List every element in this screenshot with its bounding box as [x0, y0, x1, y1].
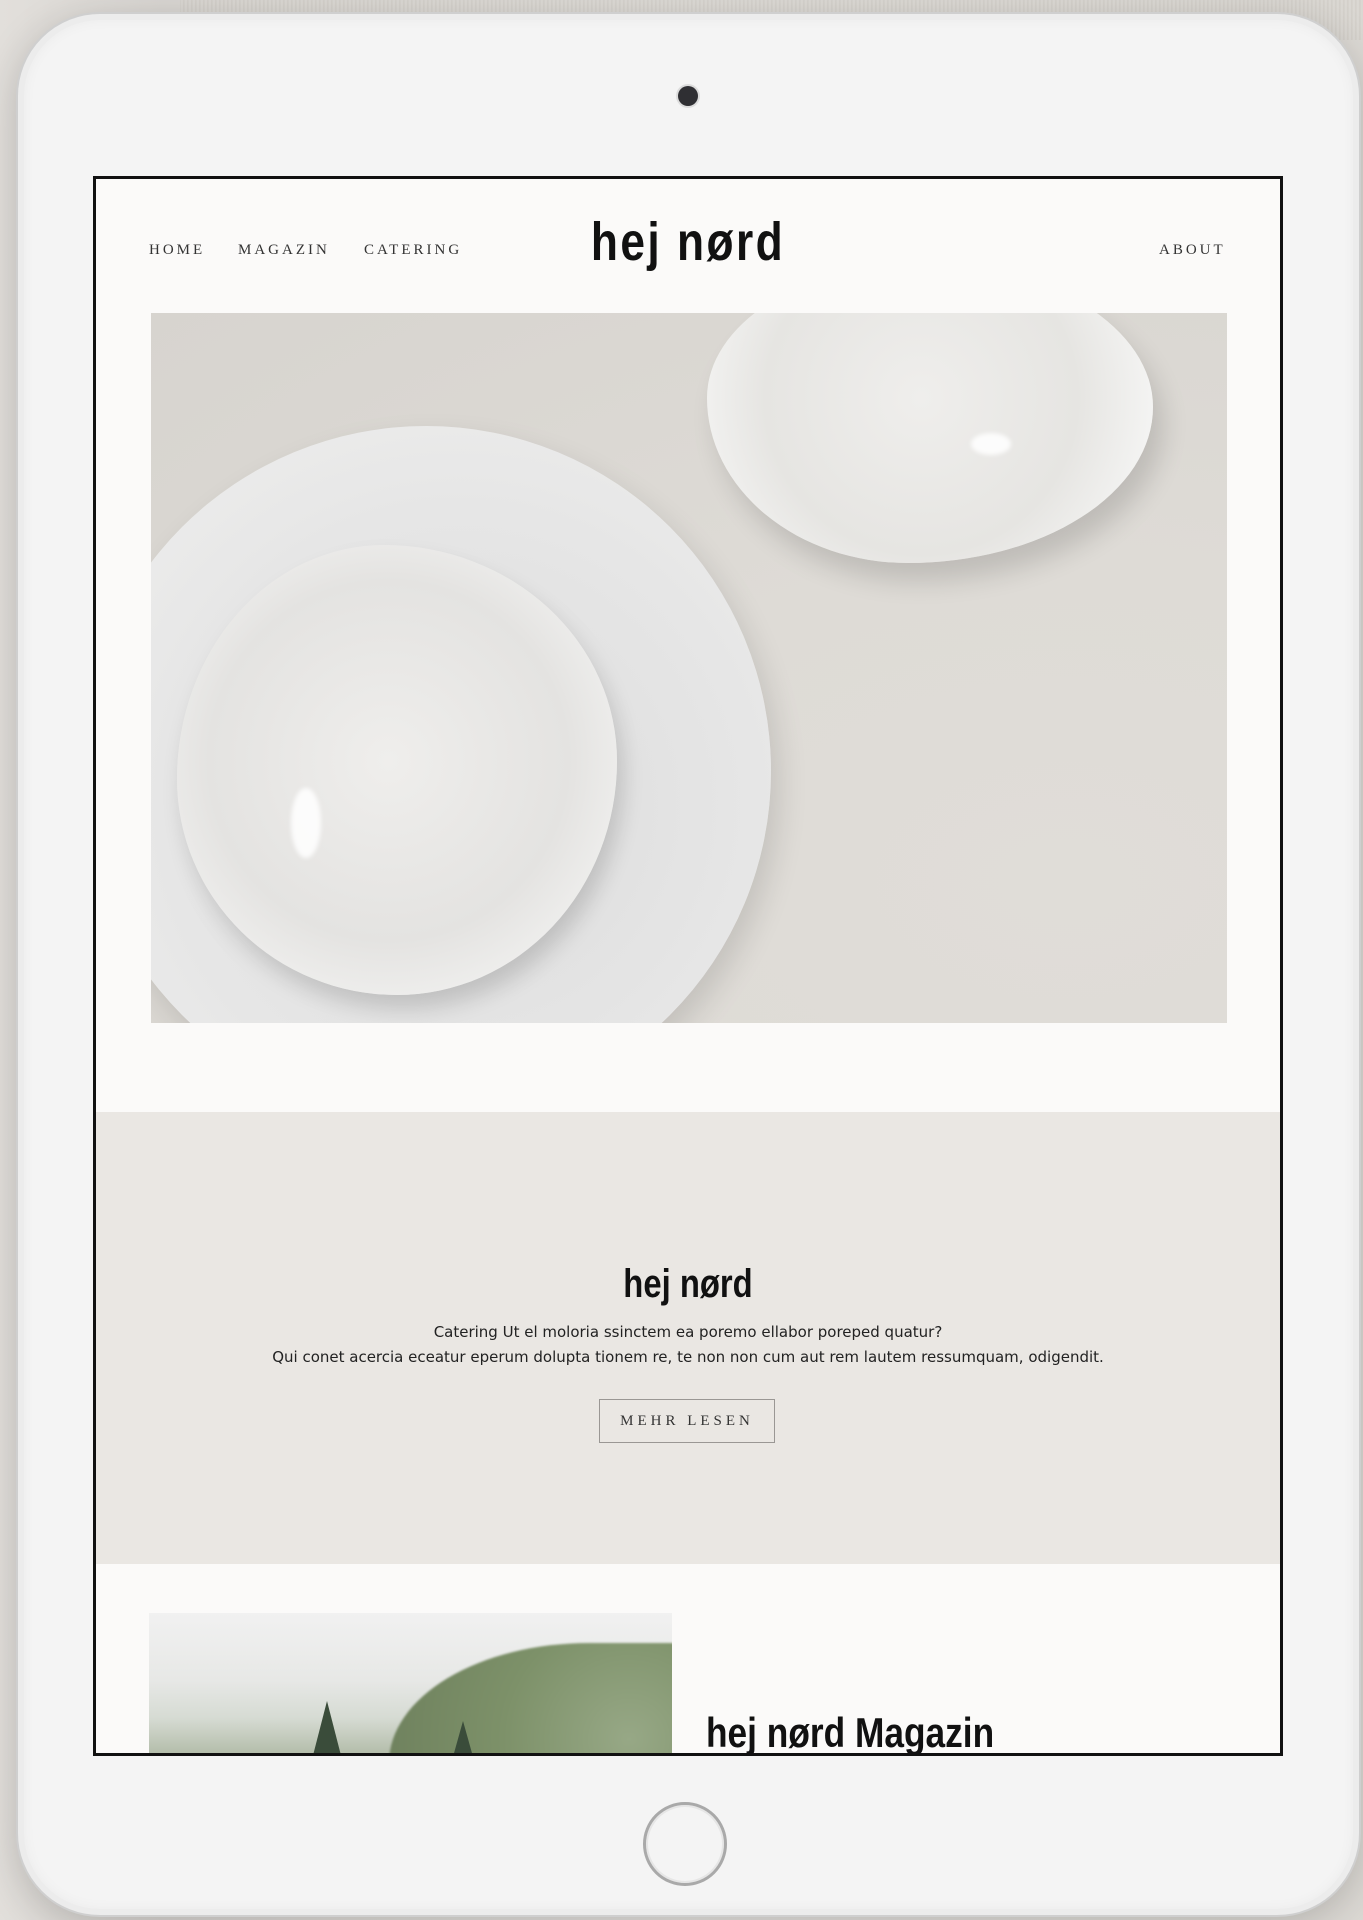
- intro-text-line-2: Qui conet acercia eceatur eperum dolupta…: [272, 1348, 1104, 1366]
- large-bowl-shape: [177, 545, 617, 995]
- magazin-image: [149, 1613, 672, 1753]
- site-logo[interactable]: hej nørd: [203, 211, 1174, 273]
- nav-home[interactable]: HOME: [149, 242, 205, 259]
- small-bowl-shape: [707, 313, 1153, 563]
- nav-about[interactable]: ABOUT: [1159, 242, 1226, 259]
- glaze-highlight: [971, 433, 1011, 455]
- tablet-screen: HOME MAGAZIN CATERING hej nørd ABOUT hej…: [93, 176, 1283, 1756]
- home-button[interactable]: [643, 1802, 727, 1886]
- read-more-button[interactable]: MEHR LESEN: [599, 1399, 775, 1443]
- glaze-highlight: [291, 788, 321, 858]
- intro-text-line-1: Catering Ut el moloria ssinctem ea porem…: [433, 1323, 943, 1341]
- intro-band: hej nørd Catering Ut el moloria ssinctem…: [96, 1112, 1280, 1564]
- front-camera: [678, 86, 698, 106]
- forest-hill-shape: [389, 1643, 672, 1753]
- tree-shape: [309, 1701, 345, 1753]
- hero-image: [151, 313, 1227, 1023]
- magazin-title[interactable]: hej nørd Magazin: [706, 1709, 994, 1753]
- tree-shape: [449, 1721, 477, 1753]
- intro-title: hej nørd: [623, 1262, 753, 1306]
